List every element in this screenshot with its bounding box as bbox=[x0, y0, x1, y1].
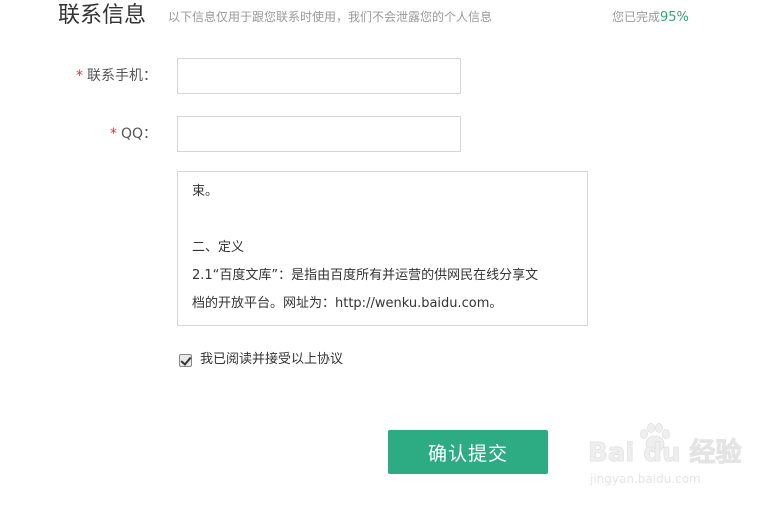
agreement-content: 束。 二、定义 2.1“百度文库”：是指由百度所有并运营的供网民在线分享文 档的… bbox=[192, 172, 577, 318]
qq-label-text: QQ： bbox=[120, 126, 157, 142]
page-title: 联系信息 bbox=[58, 3, 147, 28]
completion-percent: 95% bbox=[660, 10, 689, 25]
agreement-line: 档的开放平台。网址为：http://wenku.baidu.com。 bbox=[192, 296, 503, 311]
watermark-logo: Bai du 经验 bbox=[588, 438, 742, 469]
watermark-url: jingyan.baidu.com bbox=[590, 472, 701, 486]
agree-row[interactable]: 我已阅读并接受以上协议 bbox=[179, 351, 343, 369]
agree-label[interactable]: 我已阅读并接受以上协议 bbox=[200, 351, 343, 369]
agreement-text-box[interactable]: 束。 二、定义 2.1“百度文库”：是指由百度所有并运营的供网民在线分享文 档的… bbox=[177, 171, 588, 326]
agree-checkbox[interactable] bbox=[179, 353, 192, 367]
required-mark: * bbox=[76, 68, 83, 84]
checkmark-icon bbox=[180, 353, 192, 366]
phone-label-text: 联系手机： bbox=[87, 68, 157, 84]
completion-prefix: 您已完成 bbox=[612, 10, 661, 24]
agreement-line bbox=[192, 206, 577, 234]
qq-input[interactable] bbox=[177, 116, 461, 152]
agreement-line: 二、定义 bbox=[192, 240, 245, 255]
agreement-line: 2.1“百度文库”：是指由百度所有并运营的供网民在线分享文 bbox=[192, 268, 539, 283]
phone-input[interactable] bbox=[177, 58, 461, 94]
completion-status: 您已完成95% bbox=[612, 9, 689, 26]
required-mark: * bbox=[109, 126, 117, 142]
submit-button[interactable]: 确认提交 bbox=[388, 430, 548, 474]
agreement-line: 束。 bbox=[192, 184, 219, 199]
privacy-note: 以下信息仅用于跟您联系时使用，我们不会泄露您的个人信息 bbox=[168, 10, 493, 24]
phone-label: * 联系手机： bbox=[76, 66, 157, 86]
qq-label: * QQ： bbox=[110, 124, 157, 144]
baidu-jingyan-watermark: Bai du 经验 jingyan.baidu.com bbox=[588, 422, 758, 492]
